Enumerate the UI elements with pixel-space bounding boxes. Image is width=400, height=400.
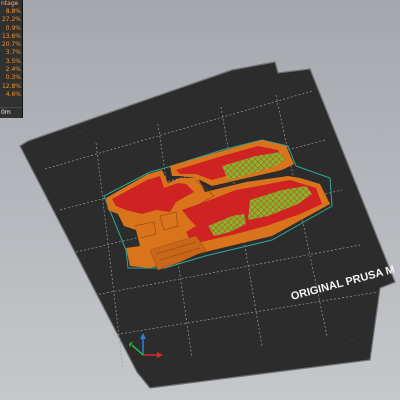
legend-value: 4.6%	[5, 90, 21, 98]
bed-screw-right	[349, 334, 355, 340]
legend-value: 3.7%	[5, 49, 21, 57]
legend-value: 0.3%	[5, 74, 21, 82]
legend-value: 13.6%	[1, 32, 21, 40]
legend-value: 0.9%	[5, 24, 21, 32]
legend-value: 20.7%	[1, 41, 21, 49]
legend-value: 27.2%	[1, 16, 21, 24]
legend-value: 2.4%	[5, 66, 21, 74]
legend-value: 3.5%	[5, 57, 21, 65]
legend-value: 12.8%	[1, 82, 21, 90]
3d-viewport[interactable]: ORIGINAL PRUSA M	[0, 0, 400, 400]
legend-unit-text: 0m	[0, 107, 22, 118]
legend-value: 8.8%	[5, 8, 21, 15]
bed-screw-left	[77, 132, 83, 138]
legend-header: ntage	[1, 0, 19, 7]
feature-legend-panel: ntage 8.8% 27.2% 0.9% 13.6% 20.7% 3.7% 3…	[0, 0, 23, 119]
